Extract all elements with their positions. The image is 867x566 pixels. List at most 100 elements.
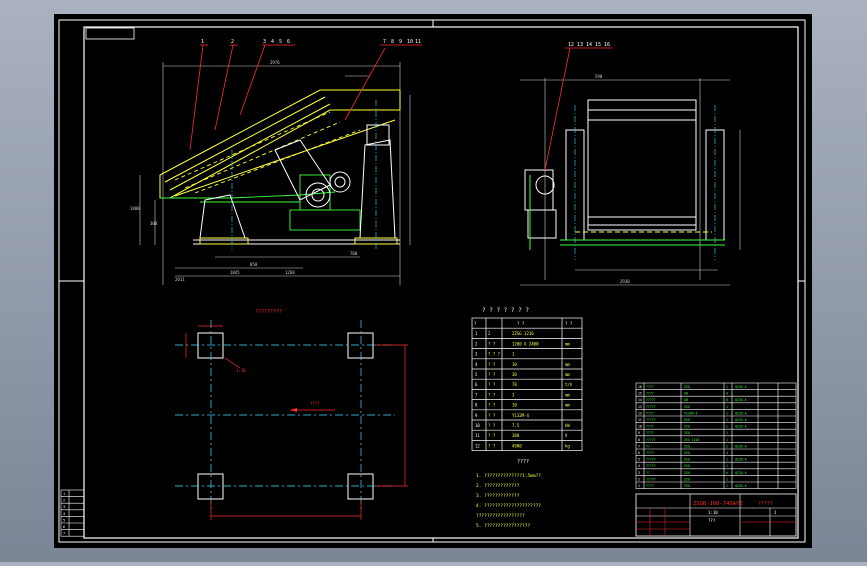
bom-cell: Q235-A <box>735 458 747 462</box>
spec-header-cell: ? ? <box>517 321 525 326</box>
spec-cell: ? ? <box>488 443 496 448</box>
cad-viewport[interactable]: 1 2 3 4 5 6 7 8 9 10 11 2976 1045 1260 2011 850 700 1800… <box>0 0 867 562</box>
bom-cell: ???? <box>646 392 654 396</box>
bom-cell: Q235-A <box>735 411 747 415</box>
bom-cell: ZSG <box>684 484 690 488</box>
part-balloon: 11 <box>415 39 421 45</box>
bom-cell: 6 <box>726 471 728 475</box>
bom-cell: 1 <box>726 458 728 462</box>
note-line: 4. ????????????????????? <box>476 503 541 509</box>
bom-cell: 1 <box>726 477 728 481</box>
bom-cell: ????? <box>646 438 656 442</box>
cad-drawing-canvas[interactable]: 1 2 3 4 5 6 7 8 9 10 11 29761045 126020118507001800… <box>0 0 867 562</box>
drawing-sheet <box>54 14 812 548</box>
bom-cell: ZSG <box>684 385 690 389</box>
part-balloon: 16 <box>604 42 610 48</box>
bom-cell: 1 <box>726 405 728 409</box>
spec-cell: ? ? <box>488 372 496 377</box>
bom-cell: ???? <box>646 425 654 429</box>
bom-cell: 7 <box>638 444 640 448</box>
bom-cell: ????? <box>646 398 656 402</box>
part-balloon: 3 <box>263 39 266 45</box>
bom-cell: ZSG <box>684 405 690 409</box>
bom-cell: 10 <box>638 425 642 429</box>
bom-cell: GB <box>684 392 688 396</box>
part-name: ????? <box>758 501 773 507</box>
bom-cell: GB <box>684 398 688 402</box>
spec-cell: 10 <box>475 423 480 428</box>
bom-cell: 16 <box>638 385 642 389</box>
bom-cell: Q235-A <box>735 444 747 448</box>
spec-cell: ? ? <box>488 341 496 346</box>
dimension-label: 300 <box>150 221 158 226</box>
bom-cell: ???? <box>646 431 654 435</box>
spec-cell: mm <box>565 372 570 377</box>
spec-cell: 70 <box>512 382 517 387</box>
spec-cell: mm <box>565 392 570 397</box>
bom-cell: 6 <box>638 451 640 455</box>
foundation-scale-note: 1:10 <box>236 368 246 373</box>
bom-cell: 11 <box>638 418 642 422</box>
part-balloon: 13 <box>577 42 583 48</box>
part-balloon: 9 <box>399 39 402 45</box>
bom-cell: 1 <box>726 418 728 422</box>
spec-cell: ? ? <box>488 392 496 397</box>
spec-cell: 2ZSG 1216 <box>512 331 534 336</box>
spec-cell: mm <box>565 341 570 346</box>
bom-cell: ZSG 1216 <box>684 438 699 442</box>
bom-cell: 5 <box>638 458 640 462</box>
spec-cell: ? ? <box>488 403 496 408</box>
revision-cell: 1 <box>63 492 65 496</box>
spec-cell: 4900 <box>512 443 522 448</box>
dimension-label: 1045 <box>230 270 240 275</box>
part-balloon: 7 <box>383 39 386 45</box>
bom-cell: ?? <box>646 471 650 475</box>
bom-cell: Q235-A <box>735 484 747 488</box>
spec-cell: ? ? <box>488 382 496 387</box>
bom-cell: ZSG <box>684 431 690 435</box>
bom-cell: Q235-A <box>735 471 747 475</box>
part-balloon: 12 <box>568 42 574 48</box>
spec-header-cell: ? ? <box>565 321 573 326</box>
notes-title: ???? <box>517 459 529 465</box>
spec-cell: mm <box>565 403 570 408</box>
part-balloon: 6 <box>287 39 290 45</box>
bom-cell: ZSG <box>684 425 690 429</box>
part-balloon: 4 <box>271 39 274 45</box>
bom-cell: 12 <box>638 411 642 415</box>
spec-cell: mm <box>565 362 570 367</box>
bom-cell: ?? <box>646 444 650 448</box>
part-balloon: 14 <box>586 42 592 48</box>
bom-cell: 3 <box>638 471 640 475</box>
bom-cell: Y132M-4 <box>684 411 698 415</box>
spec-cell: 380 <box>512 433 520 438</box>
scale-value: 1:10 <box>708 510 718 515</box>
spec-table-title: ? ? ? ? ? ? ? <box>482 307 529 314</box>
bom-cell: ????? <box>646 477 656 481</box>
dimension-label: 1800 <box>130 206 140 211</box>
spec-cell: 10 <box>512 403 517 408</box>
bom-cell: Q235-A <box>735 418 747 422</box>
note-line: ?????????????????? <box>476 513 525 519</box>
bom-cell: ZSG <box>684 451 690 455</box>
bom-cell: 1 <box>726 438 728 442</box>
dimension-label: 2976 <box>270 60 280 65</box>
part-balloon: 10 <box>407 39 413 45</box>
bom-cell: ????? <box>646 464 656 468</box>
spec-cell: kg <box>565 443 570 448</box>
bom-cell: 1 <box>726 385 728 389</box>
bom-cell: 4 <box>638 464 640 468</box>
bom-cell: 1 <box>726 411 728 415</box>
bom-cell: Q235-A <box>735 425 747 429</box>
bom-cell: 2 <box>726 444 728 448</box>
bom-cell: 14 <box>638 398 642 402</box>
spec-cell: 30 <box>512 372 517 377</box>
dimension-label: 590 <box>595 74 603 79</box>
bom-cell: ZSG <box>684 418 690 422</box>
bom-cell: Q235-A <box>735 398 747 402</box>
drawing-number: ZSGB-100-740AYZ <box>693 501 743 507</box>
bom-cell: ZSG <box>684 444 690 448</box>
bom-cell: 4 <box>726 451 728 455</box>
revision-cell: 2 <box>63 499 65 503</box>
bom-cell: ????? <box>646 418 656 422</box>
